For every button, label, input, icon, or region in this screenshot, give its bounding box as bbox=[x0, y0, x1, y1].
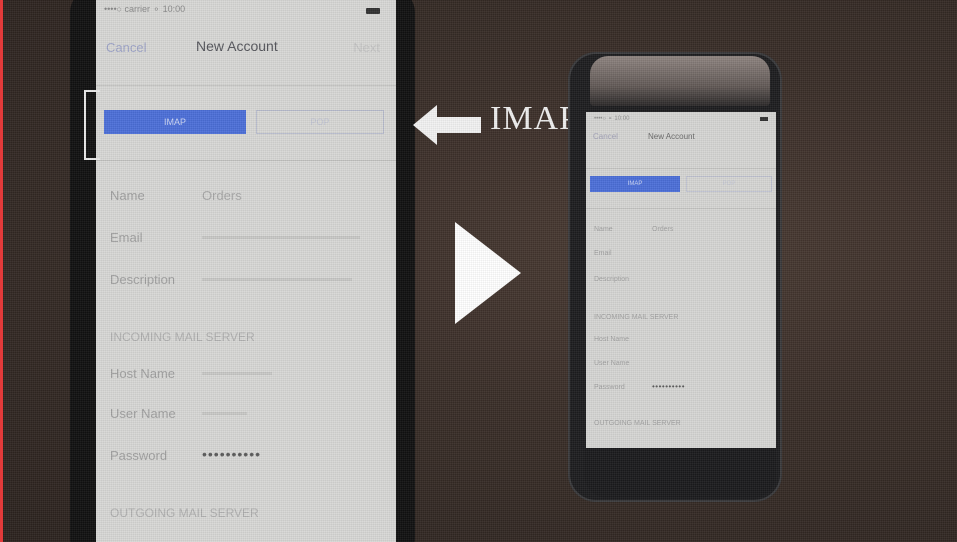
field-label-description: Description bbox=[594, 276, 630, 283]
outgoing-section-header: OUTGOING MAIL SERVER bbox=[594, 420, 681, 427]
field-label-host: Host Name bbox=[110, 366, 176, 381]
field-label-username: User Name bbox=[110, 406, 176, 421]
segment-pop: POP bbox=[256, 110, 384, 134]
segment-pop: POP bbox=[686, 176, 772, 192]
password-dots: •••••••••• bbox=[202, 446, 262, 462]
field-label-email: Email bbox=[594, 250, 612, 257]
left-edge-marker bbox=[0, 0, 3, 542]
field-label-description: Description bbox=[110, 272, 176, 287]
divider bbox=[96, 85, 396, 86]
divider bbox=[96, 160, 396, 161]
blurred-description-value bbox=[202, 278, 352, 281]
video-frame[interactable]: ••••○ carrier ⚬ 10:00 Cancel New Account… bbox=[0, 0, 957, 542]
nav-title: New Account bbox=[648, 132, 695, 141]
incoming-section-header: INCOMING MAIL SERVER bbox=[110, 330, 255, 344]
small-phone-screen: ••••○ ⚬ 10:00 Cancel New Account IMAP PO… bbox=[586, 112, 776, 448]
cancel-button: Cancel bbox=[106, 40, 147, 55]
password-dots: •••••••••• bbox=[652, 382, 686, 391]
battery-icon bbox=[760, 117, 768, 121]
field-label-name: Name bbox=[594, 226, 613, 233]
blurred-email-value bbox=[202, 236, 360, 239]
field-label-host: Host Name bbox=[594, 336, 630, 343]
incoming-section-header: INCOMING MAIL SERVER bbox=[594, 314, 679, 321]
field-value-name: Orders bbox=[652, 226, 674, 233]
segment-imap: IMAP bbox=[590, 176, 680, 192]
play-icon[interactable] bbox=[445, 218, 525, 328]
small-phone-chin bbox=[584, 448, 776, 498]
nav-title: New Account bbox=[196, 38, 278, 54]
field-label-name: Name bbox=[110, 188, 145, 203]
field-value-name: Orders bbox=[202, 188, 242, 203]
small-phone-top-glare bbox=[590, 56, 770, 106]
next-button: Next bbox=[353, 40, 380, 55]
field-label-username: User Name bbox=[594, 360, 630, 367]
field-label-password: Password bbox=[110, 448, 168, 463]
status-bar: ••••○ carrier ⚬ 10:00 bbox=[104, 4, 186, 14]
left-arrow-icon bbox=[413, 105, 481, 145]
imap-callout-label: IMAP bbox=[490, 100, 580, 137]
cancel-button: Cancel bbox=[593, 132, 618, 141]
battery-icon bbox=[366, 8, 380, 14]
divider bbox=[586, 208, 776, 209]
highlight-bracket bbox=[84, 90, 100, 160]
large-phone-screen: ••••○ carrier ⚬ 10:00 Cancel New Account… bbox=[96, 0, 396, 542]
field-label-password: Password bbox=[594, 384, 625, 391]
status-bar: ••••○ ⚬ 10:00 bbox=[594, 116, 630, 122]
divider bbox=[586, 168, 776, 169]
field-label-email: Email bbox=[110, 230, 143, 245]
segment-imap: IMAP bbox=[104, 110, 246, 134]
outgoing-section-header: OUTGOING MAIL SERVER bbox=[110, 506, 259, 520]
blurred-host-value bbox=[202, 372, 272, 375]
blurred-username-value bbox=[202, 412, 247, 415]
